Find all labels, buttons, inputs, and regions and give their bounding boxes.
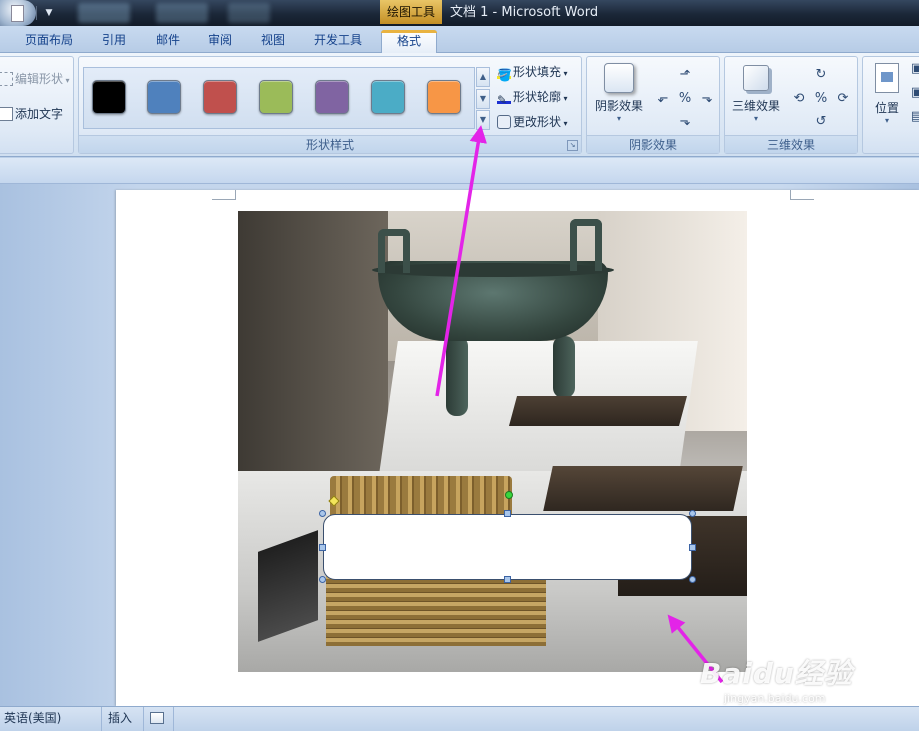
arrow-to-gallery-more (435, 125, 487, 397)
status-insert-mode[interactable]: 插入 (104, 707, 144, 731)
baidu-jingyan-watermark: Baidu经验 jingyan.baidu.com (700, 657, 853, 705)
status-bar: 英语(美国) 插入 (0, 706, 919, 731)
macro-record-icon[interactable] (146, 707, 174, 731)
annotation-arrows (435, 125, 724, 684)
status-language[interactable]: 英语(美国) (0, 707, 102, 731)
